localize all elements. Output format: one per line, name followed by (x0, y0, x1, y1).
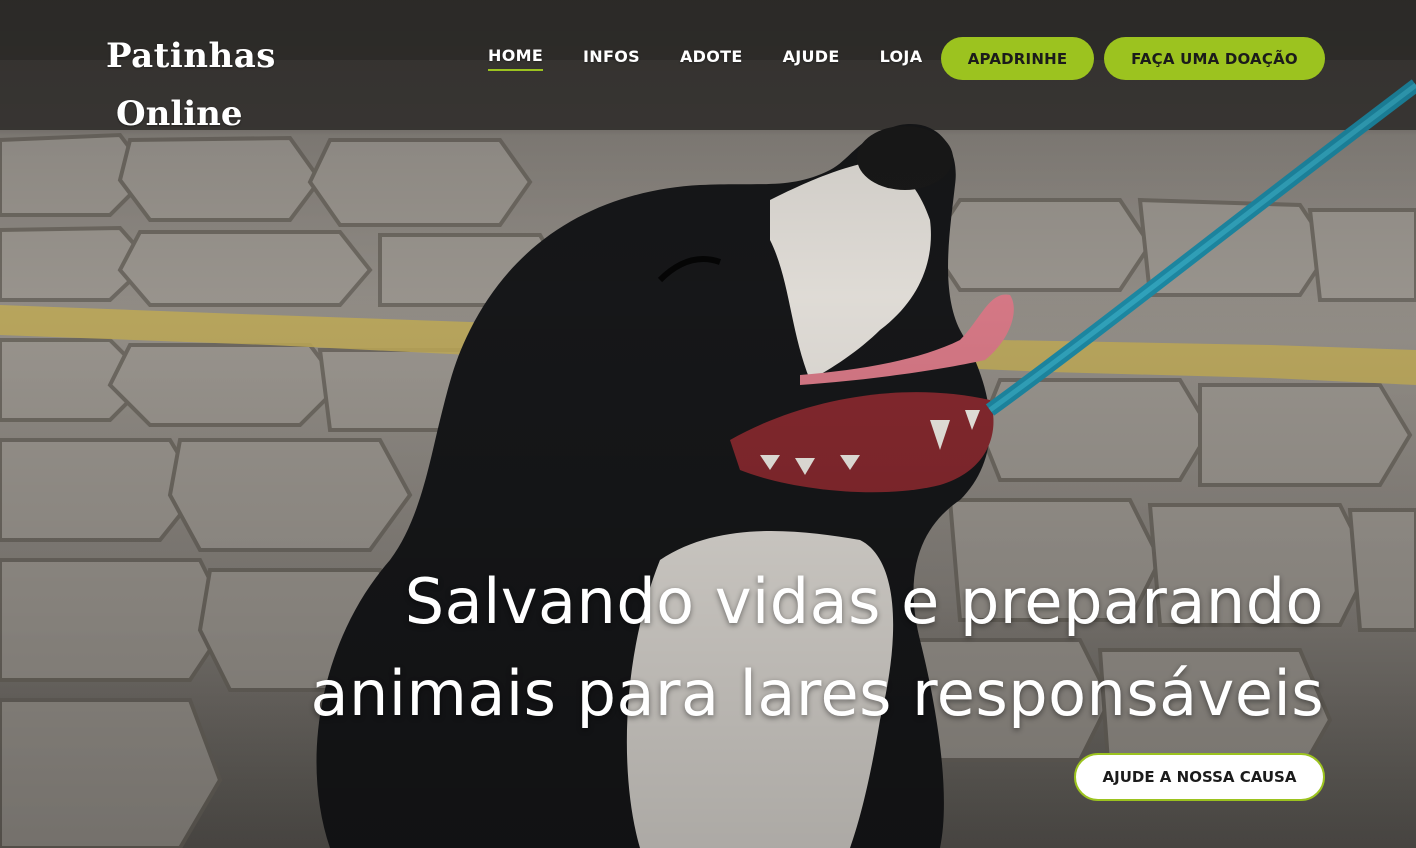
nav-item-infos[interactable]: INFOS (583, 47, 640, 70)
main-nav: HOME INFOS ADOTE AJUDE LOJA (488, 46, 922, 71)
donate-button[interactable]: FAÇA UMA DOAÇÃO (1104, 37, 1325, 80)
nav-item-ajude[interactable]: AJUDE (783, 47, 840, 70)
nav-item-loja[interactable]: LOJA (880, 47, 923, 70)
apadrinhe-button[interactable]: APADRINHE (941, 37, 1094, 80)
brand-name-line2: Online (116, 94, 243, 134)
nav-item-home[interactable]: HOME (488, 46, 544, 71)
hero-headline-line1: Salvando vidas e preparando (404, 565, 1324, 638)
hero-headline: Salvando vidas e preparando animais para… (244, 556, 1324, 740)
nav-item-adote[interactable]: ADOTE (680, 47, 743, 70)
hero-headline-line2: animais para lares responsáveis (310, 657, 1324, 730)
brand-logo[interactable]: Patinhas Online (106, 36, 275, 140)
brand-name-line1: Patinhas (106, 36, 276, 76)
help-cause-button[interactable]: AJUDE A NOSSA CAUSA (1074, 753, 1325, 801)
